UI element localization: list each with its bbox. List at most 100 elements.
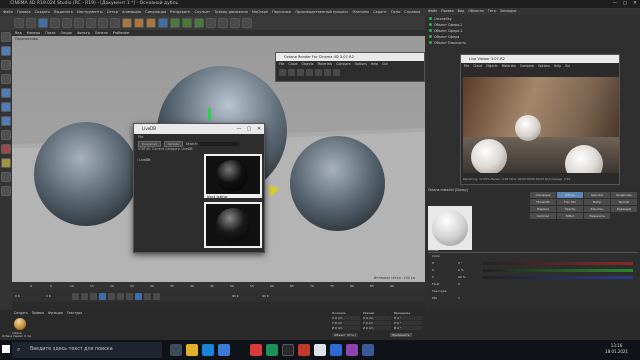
material-tab[interactable]: Diffuse bbox=[557, 192, 583, 198]
object-row[interactable]: Объект Плоскость bbox=[425, 40, 485, 46]
timeline-ruler[interactable]: 0 5 10 15 20 25 30 35 40 45 50 55 60 65 70 75 80 85 90 bbox=[12, 282, 425, 290]
material-swatch[interactable] bbox=[14, 318, 26, 330]
viewer-menu-item[interactable]: Compare bbox=[520, 63, 534, 69]
environment-icon[interactable] bbox=[218, 18, 228, 28]
render-menu-item[interactable]: Materials bbox=[318, 61, 333, 67]
edges-mode-icon[interactable] bbox=[1, 102, 11, 112]
sphere-object[interactable] bbox=[34, 122, 138, 226]
render-picture-viewer-icon[interactable] bbox=[134, 18, 144, 28]
settings-icon[interactable] bbox=[315, 68, 322, 76]
goto-end-icon[interactable] bbox=[126, 292, 133, 300]
rotate-tool-icon[interactable] bbox=[62, 18, 72, 28]
prev-key-icon[interactable] bbox=[81, 292, 88, 300]
parameter-slider[interactable] bbox=[483, 269, 633, 272]
app-icon[interactable] bbox=[346, 344, 358, 356]
material-tab[interactable]: Roughness bbox=[611, 192, 637, 198]
menu-item[interactable]: Файл bbox=[3, 10, 13, 14]
x-axis-icon[interactable] bbox=[74, 18, 84, 28]
object-menu-item[interactable]: Файл bbox=[428, 8, 437, 15]
menu-item[interactable]: Плагины bbox=[352, 10, 369, 14]
task-view-icon[interactable] bbox=[170, 344, 182, 356]
texture-mode-icon[interactable] bbox=[1, 60, 11, 70]
render-menu-item[interactable]: Options bbox=[355, 61, 367, 67]
snap-icon[interactable] bbox=[1, 144, 11, 154]
region-icon[interactable] bbox=[324, 68, 331, 76]
coord-field[interactable]: Y 0 cm bbox=[363, 321, 391, 325]
viewer-menu-item[interactable]: Gui bbox=[565, 63, 570, 69]
scale-tool-icon[interactable] bbox=[50, 18, 60, 28]
deformer-icon[interactable] bbox=[206, 18, 216, 28]
lock-icon[interactable] bbox=[333, 68, 340, 76]
material-thumbnail[interactable] bbox=[204, 202, 262, 248]
coord-system-icon[interactable] bbox=[110, 18, 120, 28]
goto-start-icon[interactable] bbox=[72, 292, 79, 300]
menu-item[interactable]: MoGraph bbox=[252, 10, 268, 14]
subdivision-icon[interactable] bbox=[182, 18, 192, 28]
material-tab[interactable]: Opacity bbox=[557, 206, 583, 212]
pen-icon[interactable] bbox=[170, 18, 180, 28]
stop-icon[interactable] bbox=[306, 68, 313, 76]
viewer-menu-item[interactable]: Objects bbox=[486, 63, 498, 69]
menu-item[interactable]: Скульпт bbox=[194, 10, 210, 14]
object-menu-item[interactable]: Закладки bbox=[500, 8, 517, 15]
render-menu-item[interactable]: Compare bbox=[336, 61, 350, 67]
render-menu-item[interactable]: Objects bbox=[301, 61, 313, 67]
file-explorer-icon[interactable] bbox=[186, 344, 198, 356]
play-icon[interactable] bbox=[99, 292, 106, 300]
autokey-icon[interactable] bbox=[144, 292, 151, 300]
object-menu-item[interactable]: Теги bbox=[488, 8, 496, 15]
material-tab[interactable]: Редакция bbox=[611, 206, 637, 212]
render-view-icon[interactable] bbox=[122, 18, 132, 28]
material-thumbnail[interactable]: black leather bbox=[204, 154, 262, 199]
render-settings-icon[interactable] bbox=[146, 18, 156, 28]
viewer-menu-item[interactable]: File bbox=[464, 63, 469, 69]
material-tab[interactable]: Transmis. bbox=[584, 206, 610, 212]
model-mode-icon[interactable] bbox=[1, 46, 11, 56]
viewer-menu-item[interactable]: Help bbox=[554, 63, 561, 69]
vegas-icon[interactable] bbox=[362, 344, 374, 356]
search-input[interactable] bbox=[198, 142, 239, 146]
polygons-mode-icon[interactable] bbox=[1, 116, 11, 126]
viewer-menu-item[interactable]: Options bbox=[538, 63, 550, 69]
app-icon[interactable] bbox=[298, 344, 310, 356]
material-tab[interactable]: Specular bbox=[584, 192, 610, 198]
light-icon[interactable] bbox=[242, 18, 252, 28]
material-tab[interactable]: Normal bbox=[611, 199, 637, 205]
z-axis-icon[interactable] bbox=[98, 18, 108, 28]
menu-item[interactable]: Правка bbox=[17, 10, 31, 14]
material-menu-item[interactable]: Создать bbox=[14, 311, 28, 315]
maximize-button[interactable]: ▢ bbox=[620, 0, 630, 8]
array-icon[interactable] bbox=[194, 18, 204, 28]
lock-workplane-icon[interactable] bbox=[1, 158, 11, 168]
livedb-close-button[interactable]: ✕ bbox=[254, 124, 264, 134]
move-tool-icon[interactable] bbox=[38, 18, 48, 28]
app-icon[interactable] bbox=[330, 344, 342, 356]
tweak-icon[interactable] bbox=[1, 186, 11, 196]
livedb-minimize-button[interactable]: — bbox=[234, 124, 244, 134]
keyframe-icon[interactable] bbox=[153, 292, 160, 300]
parameter-value[interactable]: 0 bbox=[458, 282, 460, 287]
menu-item[interactable]: Создать bbox=[35, 10, 51, 14]
frame-end[interactable]: 90 K bbox=[232, 294, 239, 298]
material-menu-item[interactable]: Правка bbox=[32, 311, 44, 315]
send-scene-icon[interactable] bbox=[279, 68, 286, 76]
parameter-slider[interactable] bbox=[483, 262, 633, 265]
menu-item[interactable]: Окно bbox=[391, 10, 401, 14]
apply-button[interactable]: Применить bbox=[390, 333, 412, 337]
parameter-value[interactable]: 0 ° bbox=[458, 261, 462, 266]
material-menu-item[interactable]: Текстура bbox=[67, 311, 82, 315]
render-menu-item[interactable]: Help bbox=[371, 61, 378, 67]
cinema4d-icon[interactable] bbox=[282, 344, 294, 356]
cube-icon[interactable] bbox=[158, 18, 168, 28]
menu-item[interactable]: Выделить bbox=[54, 10, 73, 14]
render-menu-item[interactable]: File bbox=[279, 61, 284, 67]
material-tab[interactable]: Filmwidth bbox=[530, 199, 556, 205]
solo-icon[interactable] bbox=[1, 172, 11, 182]
viewer-menu-item[interactable]: Cloud bbox=[473, 63, 482, 69]
livedb-menu-file[interactable]: File bbox=[134, 135, 143, 140]
redo-icon[interactable] bbox=[26, 18, 36, 28]
parameter-value[interactable]: 60 % bbox=[458, 275, 466, 280]
coord-field[interactable]: X 0 cm bbox=[363, 316, 391, 320]
object-menu-item[interactable]: Правка bbox=[441, 8, 454, 15]
axis-mode-icon[interactable] bbox=[1, 130, 11, 140]
